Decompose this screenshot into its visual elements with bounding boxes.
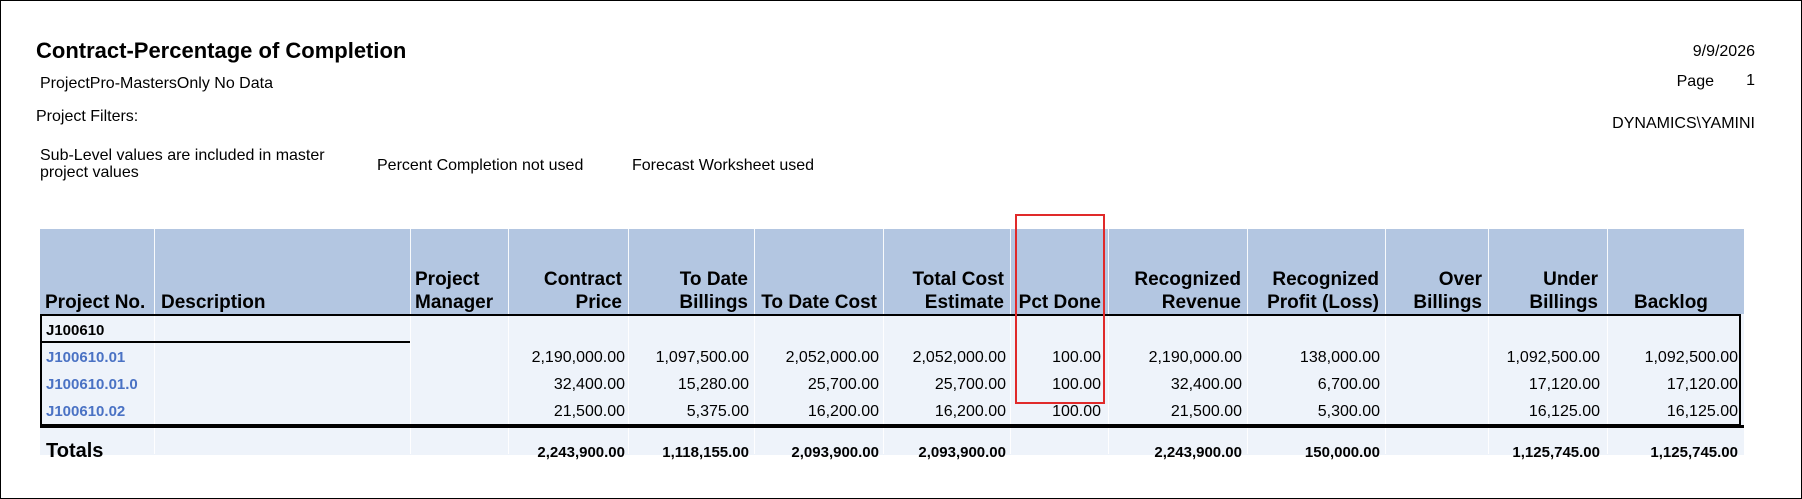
totals-separator	[40, 425, 1744, 428]
total-backlog: 1,125,745.00	[1650, 444, 1738, 461]
group-underline	[40, 341, 410, 343]
header-project-manager[interactable]: Project Manager	[415, 268, 507, 314]
header-description[interactable]: Description	[161, 291, 401, 314]
header-backlog[interactable]: Backlog	[1634, 291, 1742, 314]
report-user: DYNAMICS\YAMINI	[1612, 115, 1755, 132]
cell-total-cost-estimate: 16,200.00	[934, 403, 1006, 420]
cell-recognized-profit: 138,000.00	[1299, 349, 1380, 366]
header-contract-price[interactable]: Contract Price	[510, 268, 622, 314]
header-to-date-cost[interactable]: To Date Cost	[756, 291, 877, 314]
cell-recognized-profit: 6,700.00	[1317, 376, 1380, 393]
cell-recognized-profit: 5,300.00	[1317, 403, 1380, 420]
cell-to-date-cost: 16,200.00	[807, 403, 879, 420]
total-contract-price: 2,243,900.00	[537, 444, 625, 461]
cell-under-billings: 1,092,500.00	[1506, 349, 1600, 366]
report-date: 9/9/2026	[1692, 43, 1755, 60]
cell-under-billings: 16,125.00	[1528, 403, 1600, 420]
header-project-no[interactable]: Project No.	[45, 291, 150, 314]
table-row: J100610.01 2,190,000.00 1,097,500.00 2,0…	[40, 349, 1744, 375]
cell-recognized-revenue: 32,400.00	[1170, 376, 1242, 393]
page-label: Page	[1676, 73, 1714, 90]
project-filters-label: Project Filters:	[36, 108, 139, 125]
cell-contract-price: 2,190,000.00	[531, 349, 625, 366]
total-to-date-billings: 1,118,155.00	[662, 444, 749, 461]
project-link[interactable]: J100610.01	[46, 349, 125, 366]
page-number: 1	[1746, 72, 1755, 89]
cell-contract-price: 21,500.00	[553, 403, 625, 420]
total-recognized-profit: 150,000.00	[1304, 444, 1380, 461]
cell-to-date-billings: 5,375.00	[686, 403, 749, 420]
report-table: Project No. Description Project Manager …	[40, 214, 1744, 473]
table-row: J100610.01.0 32,400.00 15,280.00 25,700.…	[40, 376, 1744, 402]
header-over-billings[interactable]: Over Billings	[1388, 268, 1482, 314]
total-under-billings: 1,125,745.00	[1512, 444, 1600, 461]
project-link[interactable]: J100610.02	[46, 403, 125, 420]
header-total-cost-estimate[interactable]: Total Cost Estimate	[886, 268, 1004, 314]
totals-row: 2,243,900.00 1,118,155.00 2,093,900.00 2…	[40, 444, 1744, 470]
header-recognized-revenue[interactable]: Recognized Revenue	[1110, 268, 1241, 314]
cell-contract-price: 32,400.00	[553, 376, 625, 393]
cell-to-date-billings: 15,280.00	[677, 376, 749, 393]
header-under-billings[interactable]: Under Billings	[1490, 268, 1598, 314]
cell-to-date-cost: 2,052,000.00	[785, 349, 879, 366]
cell-recognized-revenue: 2,190,000.00	[1148, 349, 1242, 366]
group-project-id: J100610	[46, 322, 105, 339]
header-recognized-profit[interactable]: Recognized Profit (Loss)	[1250, 268, 1379, 314]
cell-total-cost-estimate: 25,700.00	[934, 376, 1006, 393]
note-percent-completion: Percent Completion not used	[377, 157, 584, 174]
report-subtitle: ProjectPro-MastersOnly No Data	[40, 75, 273, 92]
cell-to-date-cost: 25,700.00	[807, 376, 879, 393]
pct-done-highlight-box	[1015, 214, 1105, 404]
cell-recognized-revenue: 21,500.00	[1170, 403, 1242, 420]
report-title: Contract-Percentage of Completion	[36, 38, 407, 63]
cell-backlog: 17,120.00	[1666, 376, 1738, 393]
header-to-date-billings[interactable]: To Date Billings	[632, 268, 748, 314]
cell-total-cost-estimate: 2,052,000.00	[912, 349, 1006, 366]
cell-to-date-billings: 1,097,500.00	[655, 349, 749, 366]
total-cost-estimate: 2,093,900.00	[918, 444, 1006, 461]
total-recognized-revenue: 2,243,900.00	[1154, 444, 1242, 461]
note-sublevel: Sub-Level values are included in master …	[40, 147, 325, 181]
cell-backlog: 1,092,500.00	[1644, 349, 1738, 366]
cell-pct-done: 100.00	[1052, 403, 1101, 420]
project-link[interactable]: J100610.01.0	[46, 376, 138, 393]
note-forecast-worksheet: Forecast Worksheet used	[632, 157, 815, 174]
cell-backlog: 16,125.00	[1666, 403, 1738, 420]
total-to-date-cost: 2,093,900.00	[791, 444, 879, 461]
cell-under-billings: 17,120.00	[1528, 376, 1600, 393]
